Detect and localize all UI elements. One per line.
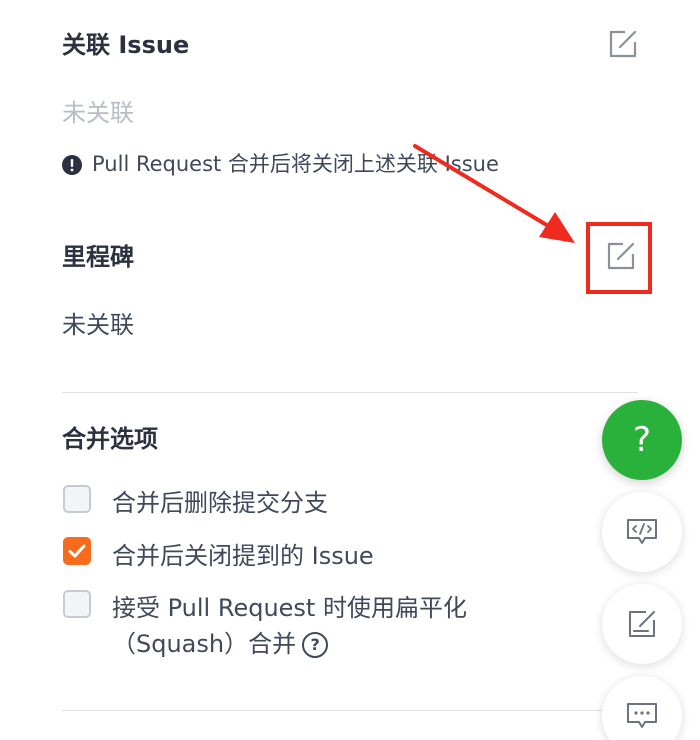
delete-branch-label[interactable]: 合并后删除提交分支 bbox=[112, 486, 328, 520]
edit-icon bbox=[609, 30, 637, 58]
checkmark-icon bbox=[68, 544, 86, 558]
section-divider-bottom bbox=[62, 710, 638, 711]
edit-note-icon bbox=[629, 611, 655, 637]
comment-icon bbox=[627, 703, 657, 728]
close-issue-label[interactable]: 合并后关闭提到的 Issue bbox=[112, 539, 374, 573]
feedback-button[interactable] bbox=[602, 584, 682, 664]
squash-merge-label-text: （Squash）合并 bbox=[112, 630, 297, 658]
squash-merge-label-line1[interactable]: 接受 Pull Request 时使用扁平化 bbox=[112, 591, 467, 625]
question-icon: ? bbox=[632, 420, 652, 460]
merge-options-title: 合并选项 bbox=[62, 425, 158, 453]
edit-icon bbox=[607, 242, 635, 270]
squash-merge-checkbox[interactable] bbox=[63, 590, 91, 618]
milestone-edit-button[interactable] bbox=[605, 240, 637, 272]
close-issue-checkbox[interactable] bbox=[63, 537, 91, 565]
help-button[interactable]: ? bbox=[602, 400, 682, 480]
code-snippet-button[interactable] bbox=[602, 492, 682, 572]
annotation-arrow bbox=[413, 144, 575, 243]
exclamation-circle-icon bbox=[62, 154, 82, 175]
delete-branch-checkbox[interactable] bbox=[63, 485, 91, 513]
milestone-title: 里程碑 bbox=[62, 243, 134, 271]
milestone-value: 未关联 bbox=[62, 311, 134, 339]
linked-issue-value: 未关联 bbox=[62, 99, 134, 127]
section-divider bbox=[62, 392, 638, 393]
code-icon bbox=[627, 519, 657, 544]
linked-issue-edit-button[interactable] bbox=[607, 28, 639, 60]
comment-button[interactable] bbox=[602, 676, 682, 740]
squash-merge-label-line2[interactable]: （Squash）合并? bbox=[112, 627, 329, 661]
question-circle-icon[interactable]: ? bbox=[302, 632, 329, 658]
linked-issue-title: 关联 Issue bbox=[62, 31, 190, 59]
